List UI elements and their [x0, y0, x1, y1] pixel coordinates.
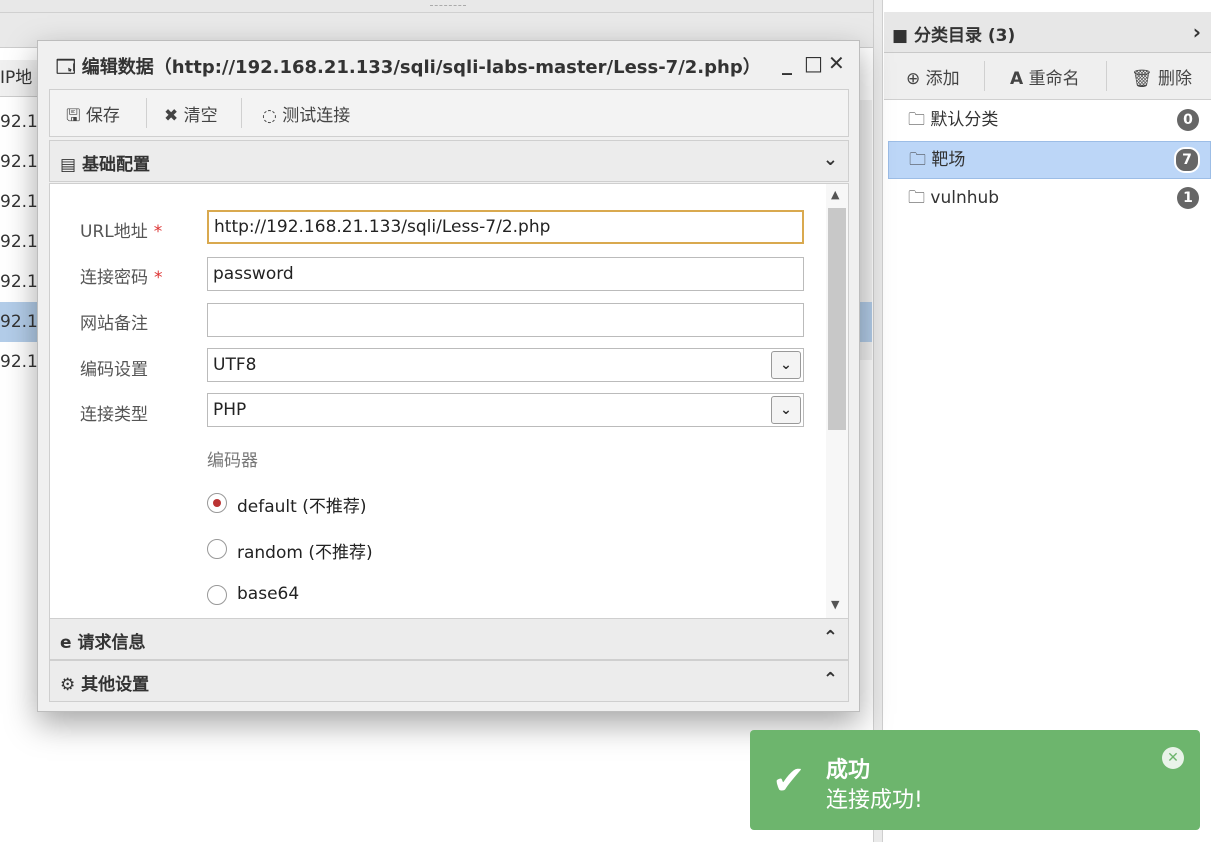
success-toast: ✔ 成功 连接成功! ✕ — [750, 730, 1200, 830]
encoder-label: 编码器 — [207, 451, 258, 471]
chevron-up-icon: ⌃ — [822, 669, 838, 690]
scroll-down-icon[interactable]: ▼ — [831, 598, 839, 611]
window-icon: 🗔 — [56, 57, 76, 78]
connection-type-label: 连接类型 — [80, 405, 148, 425]
encoding-label: 编码设置 — [80, 360, 148, 380]
gears-icon: ⚙ — [60, 675, 76, 695]
note-input[interactable] — [207, 303, 804, 337]
encoder-default-radio[interactable] — [207, 493, 227, 513]
chevron-right-icon[interactable]: › — [1193, 20, 1201, 44]
check-icon: ✔ — [772, 758, 806, 804]
save-button[interactable]: 🖫 保存 — [66, 101, 120, 132]
close-icon[interactable]: ✕ — [828, 51, 845, 75]
x-icon: ✖ — [164, 106, 179, 126]
dialog-title: 编辑数据（http://192.168.21.133/sqli/sqli-lab… — [81, 57, 761, 78]
chevron-down-icon[interactable]: ⌄ — [771, 351, 801, 379]
ie-icon: e — [60, 633, 72, 653]
test-connection-button[interactable]: ◌ 测试连接 — [262, 101, 350, 126]
scroll-thumb[interactable] — [828, 208, 846, 430]
plus-circle-icon: ⊕ — [906, 69, 921, 89]
encoder-random-label[interactable]: random (不推荐) — [237, 538, 373, 563]
close-icon[interactable]: ✕ — [1162, 747, 1184, 769]
category-panel-title: 分类目录 (3) — [913, 26, 1016, 46]
save-icon: 🖫 — [66, 106, 81, 126]
count-badge: 1 — [1177, 187, 1199, 209]
chevron-down-icon[interactable]: ⌄ — [771, 396, 801, 424]
font-icon: A — [1010, 69, 1024, 89]
file-icon: ▤ — [60, 155, 77, 175]
toast-message: 连接成功! — [826, 788, 923, 813]
list-selected-strip — [858, 302, 872, 342]
minimize-icon[interactable]: _ — [782, 51, 792, 75]
form-scrollbar[interactable]: ▲ ▼ — [826, 184, 848, 618]
table-row[interactable]: 92.1 — [0, 142, 40, 182]
trash-icon: 🗑 — [1131, 69, 1153, 89]
section-request-info[interactable]: e 请求信息 ⌃ — [49, 618, 849, 660]
count-badge: 0 — [1177, 109, 1199, 131]
table-row[interactable]: 92.1 — [0, 342, 40, 382]
delete-category-button[interactable]: 🗑 删除 — [1131, 64, 1192, 89]
category-item[interactable]: 🗀 默认分类 0 — [888, 102, 1209, 138]
dialog-toolbar: 🖫 保存 ✖ 清空 ◌ 测试连接 — [49, 89, 849, 137]
table-row[interactable]: 92.1 — [0, 262, 40, 302]
maximize-icon[interactable]: □ — [804, 51, 823, 75]
category-panel-header: ■ 分类目录 (3) › — [884, 12, 1211, 53]
encoder-base64-label[interactable]: base64 — [237, 584, 299, 604]
section-basic-config[interactable]: ▤ 基础配置 ⌄ — [49, 140, 849, 182]
add-category-button[interactable]: ⊕ 添加 — [906, 64, 960, 89]
category-toolbar: ⊕ 添加 A 重命名 🗑 删除 — [884, 53, 1211, 100]
table-row[interactable]: 92.1 — [0, 222, 40, 262]
url-input[interactable]: http://192.168.21.133/sqli/Less-7/2.php — [207, 210, 804, 244]
scroll-up-icon[interactable]: ▲ — [831, 188, 839, 201]
folder-outline-icon: 🗀 — [908, 110, 925, 130]
url-label: URL地址 * — [80, 222, 163, 242]
connection-type-select[interactable]: PHP ⌄ — [207, 393, 804, 427]
list-column-header-ip[interactable]: IP地 — [0, 60, 40, 97]
clear-button[interactable]: ✖ 清空 — [164, 101, 218, 126]
chevron-down-icon: ⌄ — [822, 149, 838, 170]
table-row[interactable]: 92.1 — [0, 302, 40, 342]
section-other-settings[interactable]: ⚙ 其他设置 ⌃ — [49, 660, 849, 702]
basic-config-body: URL地址 * http://192.168.21.133/sqli/Less-7… — [49, 183, 849, 619]
encoder-base64-radio[interactable] — [207, 585, 227, 605]
password-input[interactable]: password — [207, 257, 804, 291]
rename-category-button[interactable]: A 重命名 — [1010, 64, 1080, 89]
chevron-up-icon: ⌃ — [822, 627, 838, 648]
encoder-default-label[interactable]: default (不推荐) — [237, 492, 366, 517]
password-label: 连接密码 * — [80, 268, 163, 288]
table-row[interactable]: 92.1 — [0, 182, 40, 222]
encoding-select[interactable]: UTF8 ⌄ — [207, 348, 804, 382]
note-label: 网站备注 — [80, 314, 148, 334]
toast-title: 成功 — [826, 758, 871, 783]
edit-data-dialog: 🗔 编辑数据（http://192.168.21.133/sqli/sqli-l… — [37, 40, 860, 712]
count-badge: 7 — [1174, 147, 1200, 173]
spinner-icon: ◌ — [262, 106, 277, 126]
top-splitter[interactable] — [0, 0, 874, 13]
category-item[interactable]: 🗀 靶场 7 — [888, 141, 1211, 179]
folder-outline-icon: 🗀 — [909, 150, 926, 170]
category-item[interactable]: 🗀 vulnhub 1 — [888, 180, 1209, 216]
table-row[interactable]: 92.1 — [0, 102, 40, 142]
folder-icon: ■ — [892, 26, 909, 46]
folder-outline-icon: 🗀 — [908, 188, 925, 208]
encoder-random-radio[interactable] — [207, 539, 227, 559]
vertical-splitter[interactable] — [873, 0, 883, 842]
dialog-title-bar[interactable]: 🗔 编辑数据（http://192.168.21.133/sqli/sqli-l… — [56, 53, 761, 85]
